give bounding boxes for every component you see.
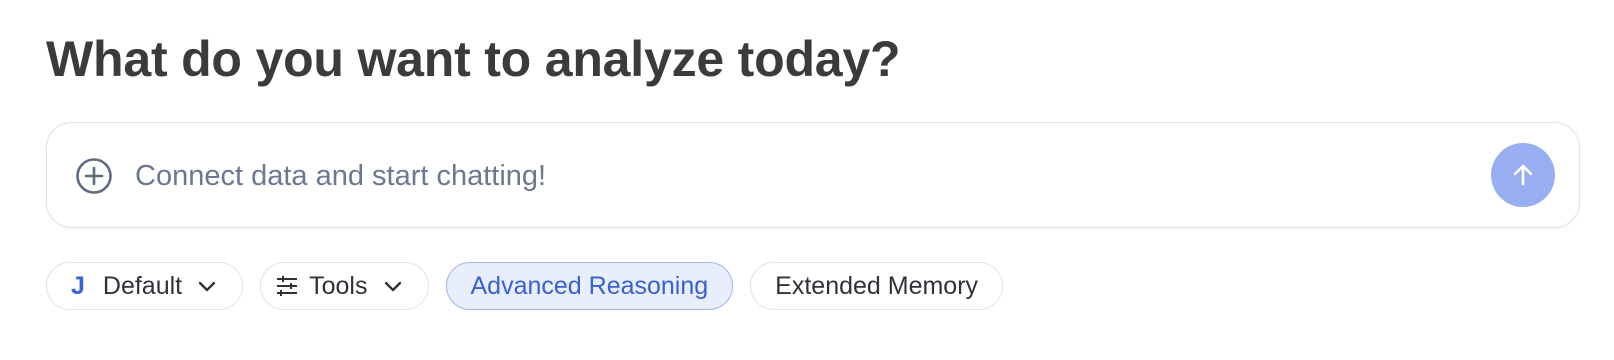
chat-composer xyxy=(46,122,1580,228)
model-label: Default xyxy=(102,271,183,300)
option-chips: J Default Tools Advanced Reasoning Exten… xyxy=(46,262,1004,310)
page-title: What do you want to analyze today? xyxy=(46,31,901,87)
chevron-down-icon xyxy=(196,275,218,297)
plus-circle-icon[interactable] xyxy=(75,157,113,195)
tools-label: Tools xyxy=(309,271,368,300)
sliders-icon xyxy=(275,274,299,298)
model-initial: J xyxy=(71,271,85,300)
tools-chip[interactable]: Tools xyxy=(260,262,429,310)
advanced-reasoning-chip[interactable]: Advanced Reasoning xyxy=(445,262,734,310)
send-button[interactable] xyxy=(1491,143,1555,207)
chevron-down-icon xyxy=(382,275,404,297)
page: What do you want to analyze today? J Def… xyxy=(0,0,1614,360)
arrow-up-icon xyxy=(1509,161,1537,189)
extended-memory-chip[interactable]: Extended Memory xyxy=(750,262,1004,310)
model-selector-chip[interactable]: J Default xyxy=(46,262,244,310)
chat-input[interactable] xyxy=(135,153,1435,199)
extended-memory-label: Extended Memory xyxy=(775,271,979,300)
advanced-reasoning-label: Advanced Reasoning xyxy=(470,271,709,300)
